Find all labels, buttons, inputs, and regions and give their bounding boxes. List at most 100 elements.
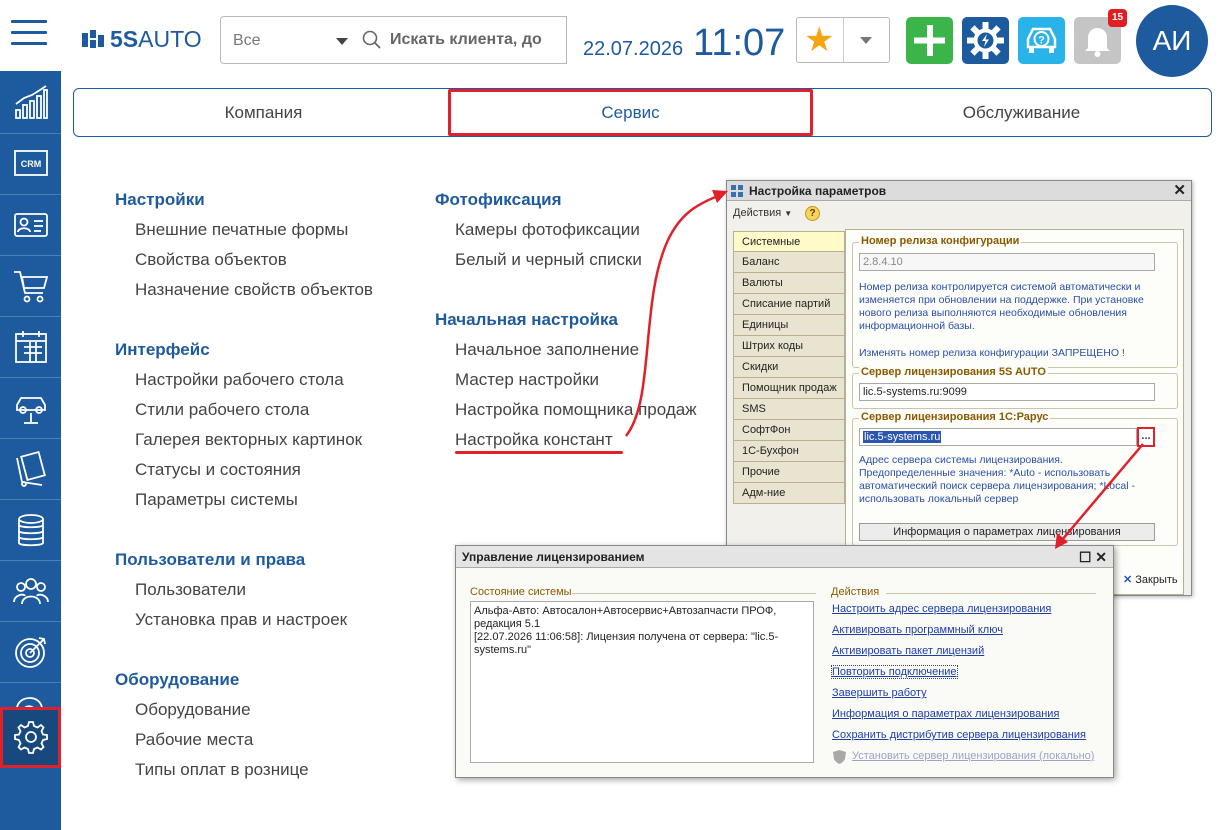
menu-item-constants[interactable]: Настройка констант [455, 430, 613, 450]
calendar-icon [14, 331, 47, 363]
search-scope-select[interactable]: Все [220, 16, 357, 64]
help-icon[interactable]: ? [805, 206, 820, 221]
user-avatar[interactable]: АИ [1136, 5, 1208, 77]
sidebar-item-finance[interactable] [0, 500, 61, 561]
help-car-icon: ? [1026, 27, 1057, 53]
menu-item-payment-types[interactable]: Типы оплат в рознице [135, 760, 309, 780]
settings-tab[interactable]: Баланс [733, 252, 845, 273]
action-link[interactable]: Настроить адрес сервера лицензирования [832, 603, 1051, 615]
hamburger-menu-icon[interactable] [11, 20, 47, 48]
menu-item-setup-wizard[interactable]: Мастер настройки [455, 370, 599, 390]
menu-item-initial-fill[interactable]: Начальное заполнение [455, 340, 639, 360]
menu-item-permissions[interactable]: Установка прав и настроек [135, 610, 347, 630]
sidebar-item-calendar[interactable] [0, 317, 61, 378]
close-icon[interactable]: ✕ [1173, 181, 1186, 201]
action-link[interactable]: Активировать пакет лицензий [832, 645, 984, 657]
lic1c-select-button[interactable]: ... [1137, 427, 1155, 447]
lic1c-field[interactable]: lic.5-systems.ru [859, 428, 1137, 446]
release-warning: Изменять номер релиза конфигурации ЗАПРЕ… [859, 347, 1125, 359]
menu-item-statuses[interactable]: Статусы и состояния [135, 460, 301, 480]
tab-service[interactable]: Сервис [448, 89, 813, 136]
cart-icon [13, 271, 48, 303]
settings-tab[interactable]: Списание партий [733, 294, 845, 315]
menu-item-object-properties[interactable]: Свойства объектов [135, 250, 287, 270]
settings-tab[interactable]: 1С-Бухфон [733, 441, 845, 462]
crm-icon: CRM [13, 150, 48, 176]
menu-item-users[interactable]: Пользователи [135, 580, 246, 600]
action-link[interactable]: Повторить подключение [831, 665, 958, 679]
settings-tabs: Системные Баланс Валюты Списание партий … [733, 231, 845, 504]
menu-item-system-params[interactable]: Параметры системы [135, 490, 298, 510]
menu-heading-settings: Настройки [115, 190, 205, 209]
close-label: Закрыть [1135, 574, 1178, 586]
sidebar-item-documents[interactable] [0, 439, 61, 500]
license-info-button[interactable]: Информация о параметрах лицензирования [859, 523, 1155, 541]
lic5s-field[interactable]: lic.5-systems.ru:9099 [859, 383, 1155, 401]
sidebar-item-sales[interactable] [0, 256, 61, 317]
menu-heading-initial-setup: Начальная настройка [435, 310, 618, 329]
settings-tab[interactable]: Штрих коды [733, 336, 845, 357]
sidebar-item-service[interactable] [0, 378, 61, 439]
settings-tab[interactable]: Скидки [733, 357, 845, 378]
menu-heading-photo: Фотофиксация [435, 190, 562, 209]
license-dialog-title: Управление лицензированием [462, 550, 645, 564]
documents-icon [15, 450, 46, 487]
gear-lightning-icon [967, 22, 1004, 59]
menu-item-property-assignment[interactable]: Назначение свойств объектов [135, 280, 373, 300]
action-link[interactable]: Информация о параметрах лицензирования [832, 708, 1059, 720]
settings-tab[interactable]: Системные [733, 231, 845, 252]
menu-item-desktop-styles[interactable]: Стили рабочего стола [135, 400, 309, 420]
logo-icon [82, 29, 104, 50]
menu-item-workplaces[interactable]: Рабочие места [135, 730, 253, 750]
menu-item-sales-assistant[interactable]: Настройка помощника продаж [455, 400, 697, 420]
chevron-down-icon[interactable] [860, 37, 872, 44]
sidebar: CRM [0, 71, 61, 830]
lic1c-group: Сервер лицензирования 1С:Рарус lic.5-sys… [852, 411, 1178, 546]
settings-tab[interactable]: Помощник продаж [733, 378, 845, 399]
help-button[interactable]: ? [1018, 17, 1065, 64]
window-icon [731, 185, 743, 197]
settings-dialog-menubar: Действия ▼ ? [727, 201, 1191, 227]
maximize-icon[interactable]: ☐ [1079, 549, 1092, 565]
menu-item-desktop-settings[interactable]: Настройки рабочего стола [135, 370, 344, 390]
chevron-down-icon [336, 38, 348, 45]
favorites-button[interactable]: ★ [796, 17, 890, 63]
sidebar-item-clients[interactable] [0, 195, 61, 256]
settings-panel: Номер релиза конфигурации 2.8.4.10 Номер… [845, 229, 1184, 595]
lic1c-value: lic.5-systems.ru [863, 431, 942, 443]
sidebar-item-analytics[interactable] [0, 73, 61, 134]
logo-text-bold: 5S [110, 26, 139, 52]
quick-settings-button[interactable] [962, 17, 1009, 64]
client-card-icon [13, 213, 48, 237]
settings-tab[interactable]: Прочие [733, 462, 845, 483]
close-icon[interactable]: ✕ [1095, 549, 1107, 565]
menu-item-vector-gallery[interactable]: Галерея векторных картинок [135, 430, 362, 450]
settings-close-button[interactable]: ✕ Закрыть [1123, 573, 1178, 586]
search-field[interactable] [356, 16, 567, 64]
sidebar-item-crm[interactable]: CRM [0, 134, 61, 195]
sidebar-item-goals[interactable] [0, 622, 61, 683]
settings-dialog: Настройка параметров ✕ Действия ▼ ? Сист… [726, 180, 1192, 596]
search-scope-value: Все [233, 32, 261, 49]
create-button[interactable] [906, 17, 953, 64]
action-link[interactable]: Завершить работу [832, 687, 927, 699]
settings-tab[interactable]: Адм-ние [733, 483, 845, 504]
settings-tab[interactable]: Валюты [733, 273, 845, 294]
license-dialog-titlebar: Управление лицензированием ☐ ✕ [456, 546, 1113, 568]
lic5s-group: Сервер лицензирования 5S AUTO lic.5-syst… [852, 366, 1178, 409]
menu-item-equipment[interactable]: Оборудование [135, 700, 251, 720]
menu-item-cameras[interactable]: Камеры фотофиксации [455, 220, 640, 240]
menu-item-print-forms[interactable]: Внешние печатные формы [135, 220, 348, 240]
settings-tab[interactable]: SMS [733, 399, 845, 420]
actions-menu[interactable]: Действия [733, 207, 781, 219]
action-link[interactable]: Активировать программный ключ [832, 624, 1003, 636]
action-link[interactable]: Сохранить дистрибутив сервера лицензиров… [832, 729, 1086, 741]
tab-company[interactable]: Компания [74, 89, 453, 136]
search-input[interactable] [390, 28, 560, 52]
settings-tab[interactable]: СофтФон [733, 420, 845, 441]
tab-maintenance[interactable]: Обслуживание [832, 89, 1211, 136]
sidebar-item-settings[interactable] [0, 707, 61, 768]
sidebar-item-team[interactable] [0, 561, 61, 622]
menu-item-black-white-lists[interactable]: Белый и черный списки [455, 250, 642, 270]
settings-tab[interactable]: Единицы [733, 315, 845, 336]
